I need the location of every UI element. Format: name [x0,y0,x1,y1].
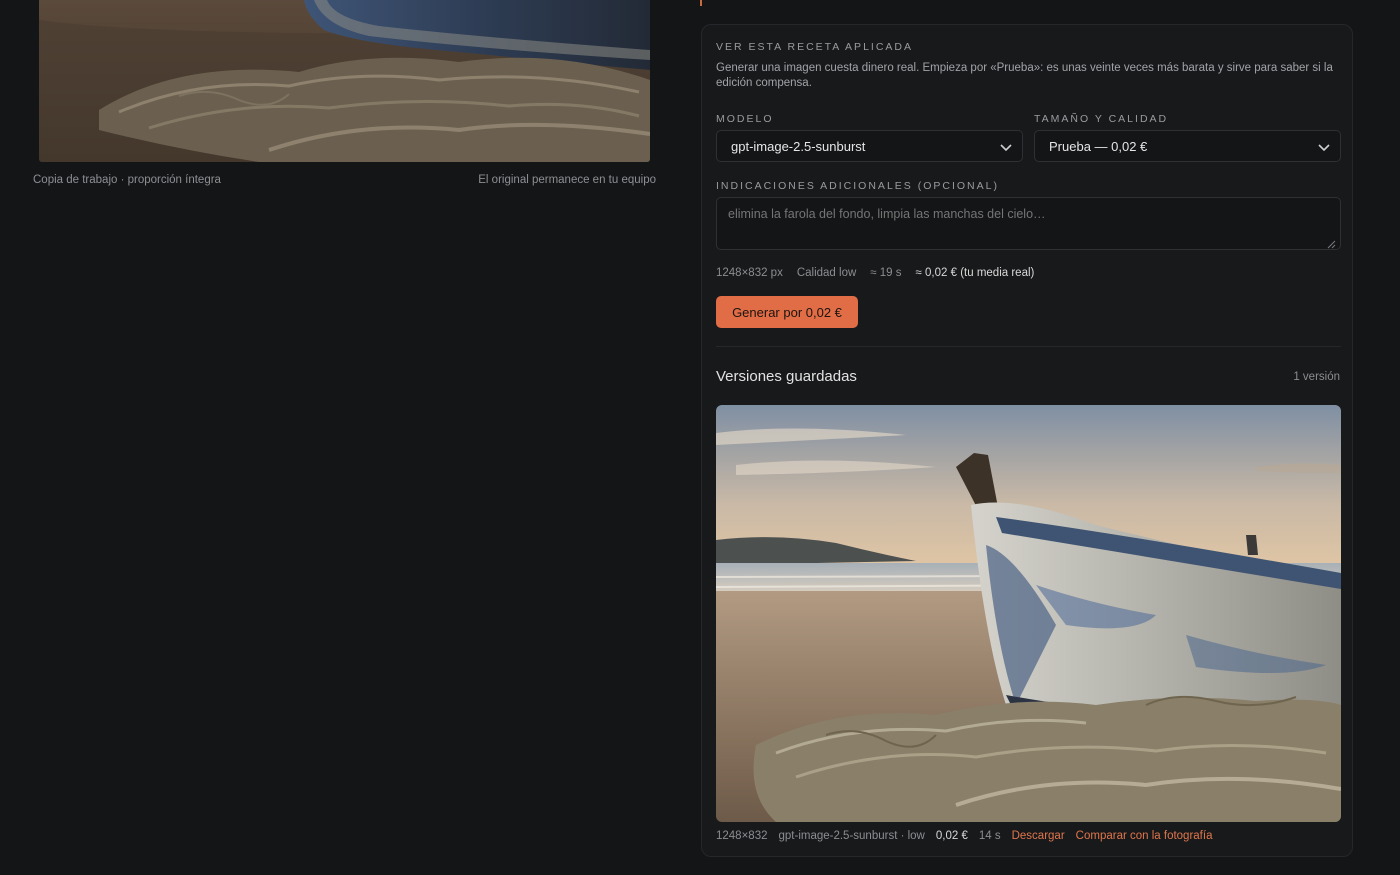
download-link[interactable]: Descargar [1012,830,1065,842]
estimate-cost: ≈ 0,02 € (tu media real) [915,267,1035,279]
chevron-down-icon [1000,144,1012,152]
chevron-down-icon [1318,144,1330,152]
working-copy-caption: Copia de trabajo · proporción íntegra [33,174,221,186]
model-label: MODELO [716,113,774,125]
size-quality-select-value: Prueba — 0,02 € [1049,138,1148,154]
version-time: 14 s [978,830,1001,842]
resize-grip-icon[interactable] [1326,239,1336,249]
extra-instructions-input[interactable] [716,197,1341,250]
estimate-dimensions: 1248×832 px [716,267,783,279]
extra-instructions-label: INDICACIONES ADICIONALES (OPCIONAL) [716,180,999,192]
saved-version-image[interactable] [716,405,1341,822]
original-location-note: El original permanece en tu equipo [478,174,656,186]
generation-estimate: 1248×832 px Calidad low ≈ 19 s ≈ 0,02 € … [716,267,1034,279]
saved-versions-count: 1 versión [1293,371,1340,383]
compare-link[interactable]: Comparar con la fotografía [1076,830,1213,842]
working-copy-photo [39,0,650,162]
estimate-quality: Calidad low [796,267,857,279]
estimate-time: ≈ 19 s [870,267,902,279]
saved-versions-title: Versiones guardadas [716,368,857,385]
size-quality-select[interactable]: Prueba — 0,02 € [1034,130,1341,162]
version-cost: 0,02 € [935,830,968,842]
saved-version-meta: 1248×832 gpt-image-2.5-sunburst · low 0,… [716,830,1212,842]
model-select-value: gpt-image-2.5-sunburst [731,138,866,154]
apply-recipe-heading: VER ESTA RECETA APLICADA [716,41,913,53]
page: Copia de trabajo · proporción íntegra El… [0,0,1400,875]
generate-button[interactable]: Generar por 0,02 € [716,296,858,328]
section-divider [716,346,1341,347]
size-quality-label: TAMAÑO Y CALIDAD [1034,113,1169,125]
version-dimensions: 1248×832 [716,830,768,842]
version-model: gpt-image-2.5-sunburst · low [778,830,925,842]
apply-recipe-panel: VER ESTA RECETA APLICADA Generar una ima… [701,24,1353,857]
model-select[interactable]: gpt-image-2.5-sunburst [716,130,1023,162]
cost-warning-text: Generar una imagen cuesta dinero real. E… [716,62,1333,89]
tab-indicator [700,0,702,6]
